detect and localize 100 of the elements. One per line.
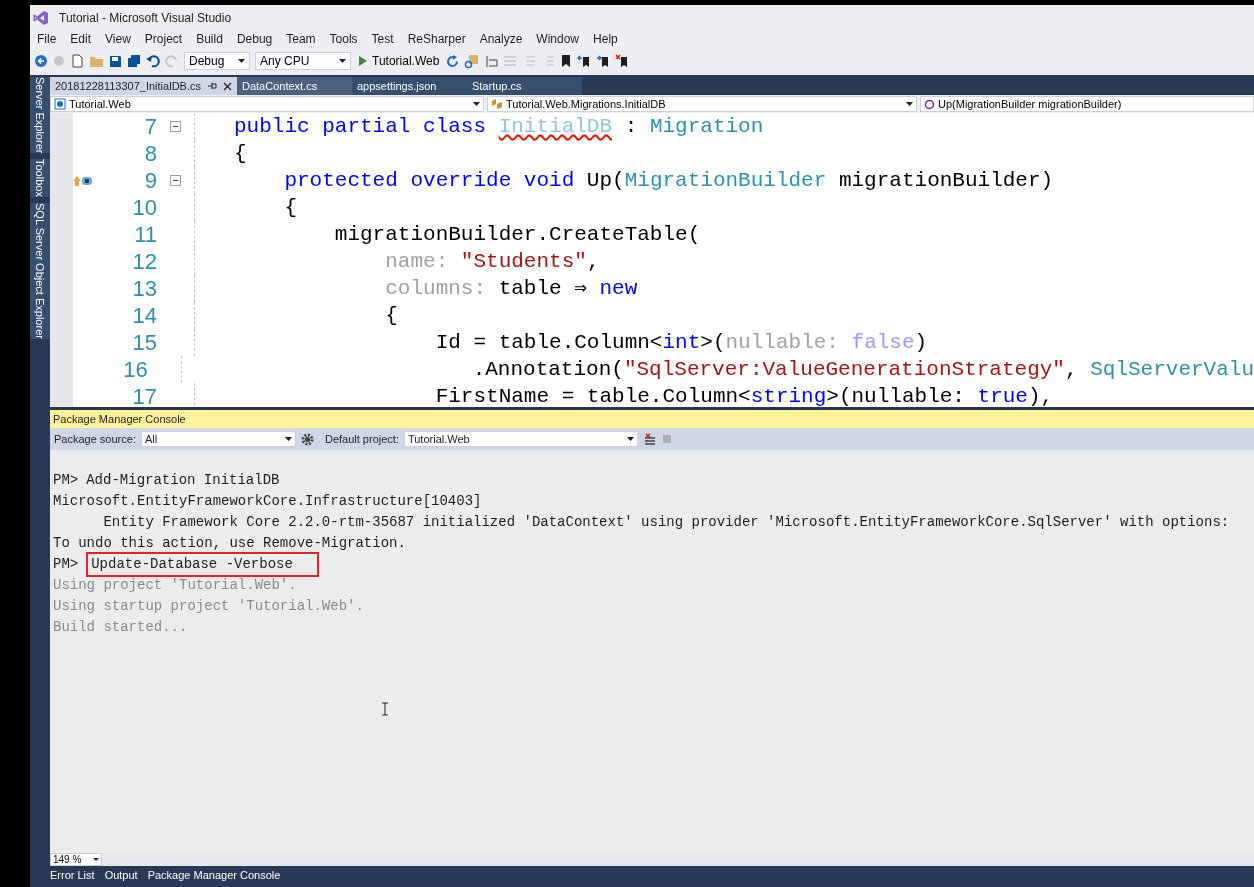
bookmark-icon[interactable]	[560, 54, 573, 68]
line-number: 15	[131, 329, 157, 356]
line-number: 12	[131, 248, 157, 275]
project-dropdown[interactable]: Tutorial.Web	[50, 96, 484, 112]
menu-item[interactable]: File	[30, 29, 64, 48]
panel-title: Package Manager Console	[53, 411, 186, 427]
previous-bookmark-icon[interactable]	[577, 54, 592, 68]
save-icon[interactable]	[109, 54, 122, 68]
play-icon	[358, 55, 368, 67]
menu-item[interactable]: Window	[529, 29, 587, 48]
caret-icon	[906, 102, 913, 106]
line-number: 11	[133, 221, 157, 248]
visual-studio-logo-icon	[33, 9, 49, 26]
menu-item[interactable]: Project	[137, 29, 190, 48]
document-tab[interactable]: 20181228113307_InitialDB.cs	[50, 77, 237, 95]
caret-icon	[473, 102, 480, 106]
collapse-icon[interactable]	[170, 121, 181, 132]
line-number: 9	[143, 167, 157, 194]
package-source-dropdown[interactable]: All	[140, 431, 296, 447]
horizontal-scrollbar[interactable]	[102, 852, 1254, 866]
line-number: 14	[131, 302, 157, 329]
type-dropdown[interactable]: Tutorial.Web.Migrations.InitialDB	[487, 96, 917, 112]
find-icon[interactable]	[464, 53, 480, 69]
code-line: {	[283, 195, 297, 221]
caret-icon	[626, 437, 634, 441]
console-output: Using startup project 'Tutorial.Web'.	[53, 597, 364, 616]
line-number: 16	[122, 356, 148, 383]
indent-icon[interactable]	[484, 54, 499, 68]
console-output: Entity Framework Core 2.2.0-rtm-35687 initialized 'DataContext' using provider 'Microsoft.EntityFrameworkCore.SqlServer' with options:	[102, 513, 1230, 532]
code-line: name: "Students",	[384, 249, 600, 275]
start-button[interactable]: Tutorial.Web	[356, 52, 442, 70]
side-tab[interactable]: SQL Server Object Explorer	[29, 203, 51, 340]
member-dropdown[interactable]: Up(MigrationBuilder migrationBuilder)	[920, 96, 1254, 112]
save-all-icon[interactable]	[127, 54, 141, 68]
line-number: 7	[143, 113, 157, 140]
code-line: FirstName = table.Column<string>(nullable: true),	[434, 384, 1054, 407]
caret-icon	[93, 857, 99, 861]
code-line: columns: table ⇒ new	[384, 276, 638, 302]
menu-item[interactable]: Debug	[229, 29, 280, 48]
code-line: migrationBuilder.CreateTable(	[333, 222, 701, 248]
configuration-dropdown[interactable]: Debug	[184, 52, 250, 70]
project-label: Default project:	[324, 431, 399, 447]
menu-item[interactable]: Test	[364, 29, 401, 48]
caret-icon	[284, 437, 292, 441]
settings-icon[interactable]	[300, 432, 314, 446]
console-prompt: PM>	[53, 471, 79, 490]
text-cursor-icon	[381, 702, 389, 716]
menu-item[interactable]: Edit	[63, 29, 99, 48]
window-title: Tutorial - Microsoft Visual Studio	[59, 9, 232, 27]
menu-item[interactable]: Build	[189, 29, 230, 48]
panel-tab[interactable]: Error List	[50, 867, 95, 884]
new-file-icon[interactable]	[70, 54, 84, 68]
caret-icon	[339, 59, 346, 63]
code-line: {	[384, 303, 398, 329]
caret-icon	[238, 59, 245, 63]
method-icon	[924, 98, 935, 110]
code-line: .Annotation("SqlServer:ValueGenerationStrategy", SqlServerValu	[471, 357, 1254, 383]
side-tab[interactable]: Server Explorer	[29, 77, 51, 154]
console-output: To undo this action, use Remove-Migration.	[53, 534, 406, 553]
menu-item[interactable]: View	[98, 29, 138, 48]
source-label: Package source:	[54, 431, 136, 447]
platform-dropdown[interactable]: Any CPU	[255, 52, 351, 70]
line-number: 17	[131, 383, 157, 407]
pin-icon[interactable]	[206, 82, 217, 90]
close-icon[interactable]	[222, 81, 232, 91]
menu-item[interactable]: Team	[279, 29, 323, 48]
collapse-icon[interactable]	[170, 175, 181, 186]
next-bookmark-icon[interactable]	[596, 54, 611, 68]
line-number: 10	[131, 194, 157, 221]
clear-console-icon[interactable]	[642, 432, 657, 446]
menu-item[interactable]: Analyze	[472, 29, 530, 48]
override-marker-icon[interactable]	[73, 174, 93, 187]
code-line: protected override void Up(MigrationBuilder migrationBuilder)	[283, 168, 1054, 194]
console-command: Update-Database -Verbose	[86, 552, 320, 577]
document-tab[interactable]: DataContext.cs	[236, 77, 352, 95]
refresh-icon[interactable]	[446, 54, 460, 68]
clear-bookmarks-icon[interactable]	[615, 54, 630, 68]
line-number: 8	[143, 140, 157, 167]
document-tab[interactable]: Startup.cs	[466, 77, 582, 95]
panel-tab[interactable]: Output	[104, 867, 138, 884]
console-output: Build started...	[53, 618, 188, 637]
back-icon[interactable]	[34, 54, 48, 68]
document-tab[interactable]: appsettings.json	[351, 77, 467, 95]
default-project-dropdown[interactable]: Tutorial.Web	[403, 431, 638, 447]
menu-item[interactable]: ReSharper	[400, 29, 473, 48]
class-icon	[491, 98, 503, 110]
zoom-dropdown[interactable]: 149 %	[50, 852, 102, 866]
console-output: Microsoft.EntityFrameworkCore.Infrastructure[10403]	[53, 492, 482, 511]
line-number: 13	[131, 275, 157, 302]
code-line: public partial class InitialDB : Migration	[234, 114, 764, 140]
panel-tab[interactable]: Package Manager Console	[147, 867, 281, 884]
menu-item[interactable]: Help	[586, 29, 625, 48]
code-line: Id = table.Column<int>(nullable: false)	[434, 330, 928, 356]
undo-icon[interactable]	[146, 54, 160, 68]
side-tab[interactable]: Toolbox	[29, 159, 51, 198]
menu-item[interactable]: Tools	[322, 29, 365, 48]
console-output: Using project 'Tutorial.Web'.	[53, 576, 297, 595]
console-prompt: PM>	[53, 555, 79, 574]
web-project-icon	[54, 98, 66, 110]
code-line: {	[234, 141, 247, 167]
